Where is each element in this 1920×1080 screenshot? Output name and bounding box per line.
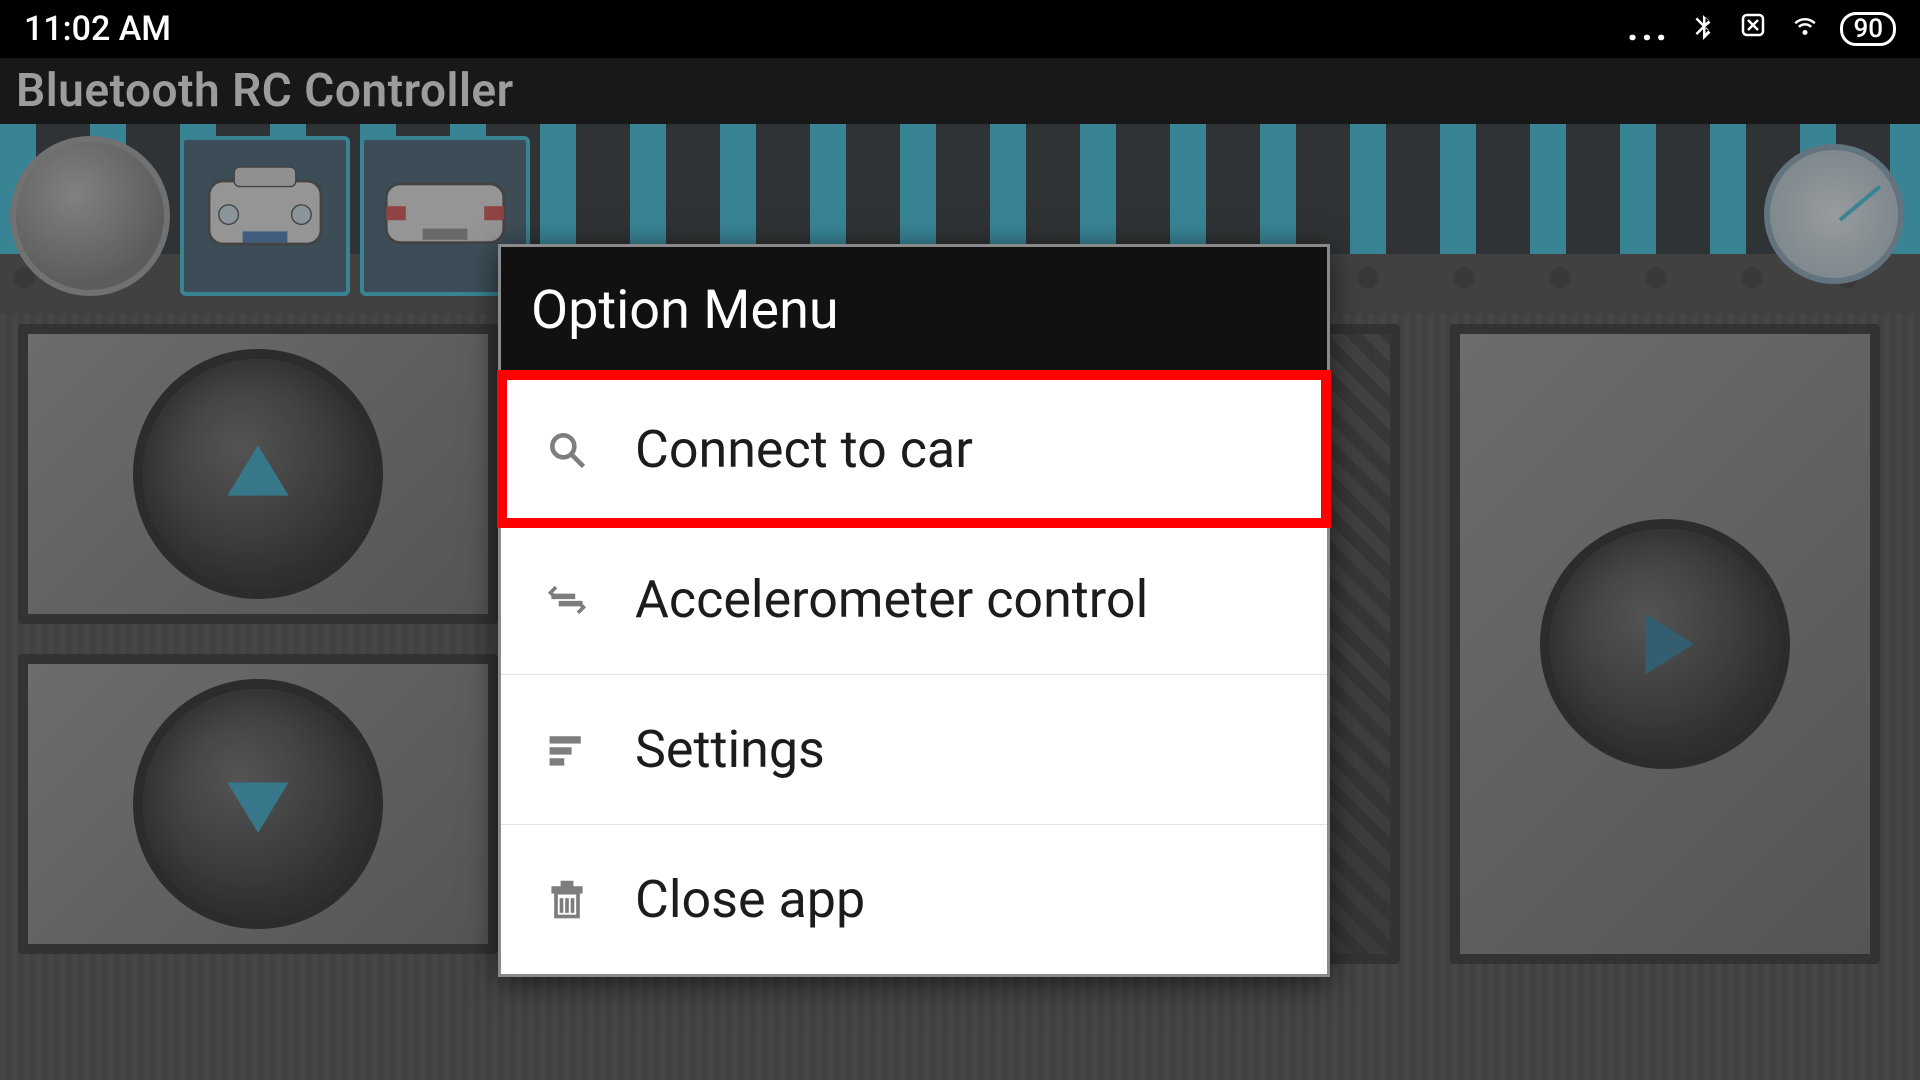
- vibrate-off-icon: [1736, 9, 1770, 49]
- trash-icon: [541, 878, 593, 922]
- menu-item-label: Accelerometer control: [635, 569, 1148, 630]
- more-icon: ...: [1628, 9, 1671, 49]
- battery-percent: 90: [1853, 14, 1883, 44]
- menu-item-close-app[interactable]: Close app: [501, 824, 1327, 974]
- menu-item-settings[interactable]: Settings: [501, 674, 1327, 824]
- option-menu-dialog: Option Menu Connect to car Accelerometer…: [498, 244, 1330, 977]
- app-surface: Option Menu Connect to car Accelerometer…: [0, 124, 1920, 1080]
- settings-icon: [541, 728, 593, 772]
- menu-item-accelerometer-control[interactable]: Accelerometer control: [501, 524, 1327, 674]
- status-right-cluster: ... 90: [1628, 9, 1896, 49]
- menu-item-connect-to-car[interactable]: Connect to car: [501, 374, 1327, 524]
- search-icon: [541, 428, 593, 472]
- app-title: Bluetooth RC Controller: [16, 64, 514, 118]
- battery-indicator: 90: [1840, 12, 1896, 46]
- menu-item-label: Settings: [635, 719, 825, 780]
- wifi-icon: [1788, 9, 1822, 49]
- menu-item-label: Close app: [635, 869, 865, 930]
- option-menu-title: Option Menu: [501, 247, 1327, 374]
- menu-item-label: Connect to car: [635, 419, 973, 480]
- status-bar: 11:02 AM ... 90: [0, 0, 1920, 58]
- rotate-icon: [541, 578, 593, 622]
- status-time: 11:02 AM: [24, 9, 171, 49]
- app-title-bar: Bluetooth RC Controller: [0, 58, 1920, 124]
- bluetooth-icon: [1688, 9, 1718, 49]
